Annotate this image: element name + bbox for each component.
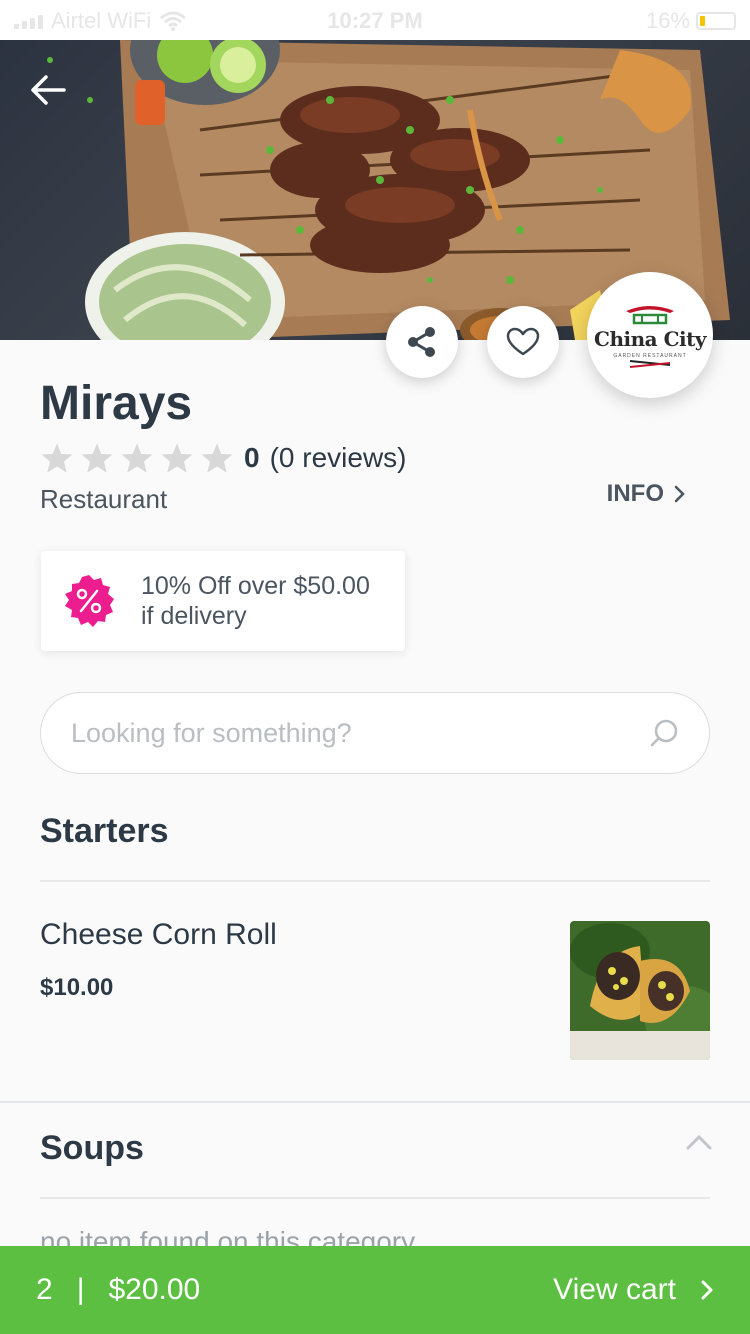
star-icon (41, 443, 73, 473)
search-icon[interactable] (649, 718, 679, 748)
category-title-starters: Starters (40, 812, 169, 850)
clock: 10:27 PM (327, 8, 423, 33)
reviews-count[interactable]: (0 reviews) (270, 442, 407, 474)
cart-item-count: 2 (36, 1273, 53, 1306)
promo-line-1: 10% Off over $50.00 (141, 572, 370, 600)
divider (40, 880, 710, 882)
chopsticks-icon (629, 360, 671, 368)
battery-icon (696, 12, 736, 30)
view-cart-bar[interactable]: 2 | $20.00 View cart (0, 1246, 750, 1334)
status-right: 16% (646, 8, 736, 34)
cart-total: $20.00 (108, 1273, 201, 1306)
status-bar: Airtel WiFi 10:27 PM 16% (0, 0, 750, 40)
menu-item-price: $10.00 (40, 974, 114, 1001)
menu-item-image[interactable] (570, 921, 710, 1060)
info-label: INFO (606, 480, 664, 507)
menu-item-name[interactable]: Cheese Corn Roll (40, 918, 277, 952)
heart-icon (506, 327, 540, 356)
percent-badge-icon (65, 575, 114, 627)
section-separator (0, 1101, 750, 1103)
divider (40, 1197, 710, 1199)
promo-card[interactable]: 10% Off over $50.00 if delivery (41, 551, 405, 651)
view-cart-label: View cart (553, 1273, 676, 1306)
back-button[interactable] (30, 74, 86, 130)
star-icon (81, 443, 113, 473)
share-icon (408, 327, 435, 357)
category-title-soups[interactable]: Soups (40, 1129, 144, 1168)
logo-wordmark: China City (594, 327, 706, 351)
search-input[interactable] (71, 717, 649, 749)
chevron-up-icon (686, 1134, 712, 1150)
restaurant-type: Restaurant (40, 484, 168, 514)
info-button[interactable]: INFO (607, 480, 686, 508)
view-cart-button[interactable]: View cart (553, 1273, 714, 1307)
promo-text: 10% Off over $50.00 if delivery (141, 571, 370, 631)
rating-value: 0 (244, 442, 260, 473)
collapse-toggle[interactable] (686, 1134, 712, 1155)
star-icon (201, 443, 233, 473)
favorite-button[interactable] (487, 306, 559, 378)
battery-percent: 16% (645, 8, 690, 33)
star-rating (40, 442, 234, 474)
cart-separator: | (76, 1273, 85, 1306)
restaurant-name: Mirays (40, 377, 193, 430)
star-icon (161, 443, 193, 473)
chevron-right-icon (701, 1280, 713, 1300)
promo-line-2: if delivery (141, 602, 247, 630)
star-icon (121, 443, 153, 473)
chevron-right-icon (674, 485, 685, 503)
share-button[interactable] (386, 306, 458, 378)
pagoda-roof-icon (626, 306, 674, 325)
search-bar[interactable] (40, 692, 710, 774)
rating-row: 0 (0 reviews) (40, 440, 407, 476)
back-arrow-icon (31, 75, 66, 105)
restaurant-logo: China City GARDEN RESTAURANT (587, 272, 713, 398)
wrap-photo (570, 921, 710, 1060)
